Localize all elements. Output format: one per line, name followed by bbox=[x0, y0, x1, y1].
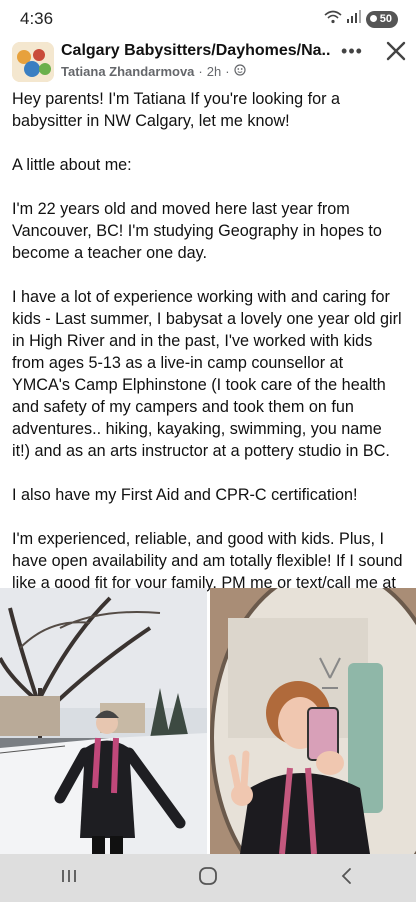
home-button[interactable] bbox=[188, 863, 228, 893]
post-paragraph: I also have my First Aid and CPR-C certi… bbox=[12, 486, 358, 504]
status-bar: 4:36 50 bbox=[0, 0, 416, 38]
author-name[interactable]: Tatiana Zhandarmova bbox=[61, 64, 194, 79]
close-icon bbox=[383, 41, 409, 68]
status-time: 4:36 bbox=[20, 9, 54, 28]
battery-indicator: 50 bbox=[365, 10, 398, 28]
group-avatar[interactable] bbox=[12, 42, 54, 82]
globe-icon bbox=[233, 64, 246, 79]
post-meta: Tatiana Zhandarmova · 2h · bbox=[61, 64, 246, 79]
recent-apps-button[interactable] bbox=[49, 863, 89, 893]
system-nav-bar bbox=[0, 854, 416, 902]
close-button[interactable] bbox=[383, 38, 409, 64]
post-body: Hey parents! I'm Tatiana If you're looki… bbox=[12, 88, 404, 638]
post-header: Calgary Babysitters/Dayhomes/Na... Tatia… bbox=[0, 38, 416, 86]
post-paragraph: I'm 22 years old and moved here last yea… bbox=[12, 200, 382, 262]
photo-snow-outdoor[interactable] bbox=[0, 588, 207, 854]
status-icons: 50 bbox=[324, 10, 398, 29]
meta-separator-2: · bbox=[225, 64, 230, 79]
more-options-button[interactable]: ••• bbox=[340, 40, 364, 64]
group-name[interactable]: Calgary Babysitters/Dayhomes/Na... bbox=[61, 42, 331, 60]
photo-mirror-selfie[interactable] bbox=[210, 588, 416, 854]
post-photos bbox=[0, 588, 416, 854]
home-icon bbox=[198, 866, 218, 891]
wifi-icon bbox=[324, 10, 342, 29]
post-time: 2h bbox=[206, 64, 222, 79]
signal-icon bbox=[346, 10, 361, 28]
post-paragraph: Hey parents! I'm Tatiana If you're looki… bbox=[12, 90, 341, 130]
post-paragraph: I have a lot of experience working with … bbox=[12, 288, 402, 460]
meta-separator: · bbox=[198, 64, 203, 79]
recent-apps-icon bbox=[60, 868, 78, 889]
back-icon bbox=[339, 867, 355, 890]
post-paragraph: A little about me: bbox=[12, 156, 132, 174]
back-button[interactable] bbox=[327, 863, 367, 893]
